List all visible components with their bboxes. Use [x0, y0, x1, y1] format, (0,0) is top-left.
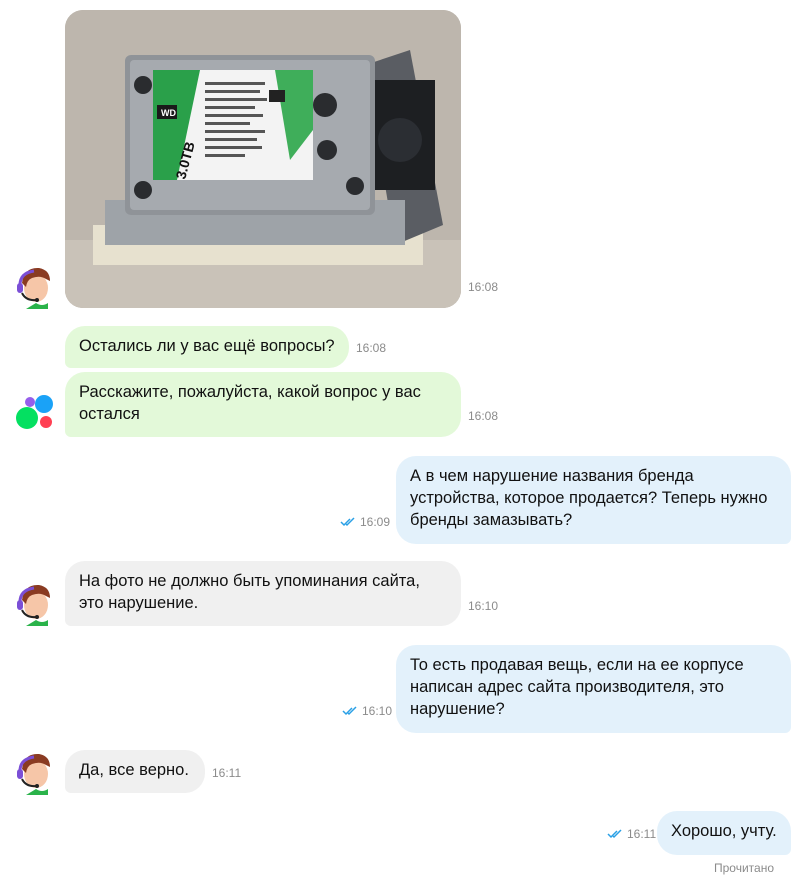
message-text: То есть продавая вещь, если на ее корпус… [410, 656, 744, 718]
double-check-icon [340, 517, 355, 527]
message-timestamp: 16:11 [627, 827, 657, 841]
support-agent-avatar [12, 580, 58, 626]
outgoing-message-bubble: То есть продавая вещь, если на ее корпус… [396, 645, 791, 733]
message-text: Хорошо, учту. [671, 822, 777, 840]
message-text: Остались ли у вас ещё вопросы? [79, 337, 335, 355]
message-text: А в чем нарушение названия бренда устрой… [410, 467, 768, 529]
double-check-icon [342, 706, 357, 716]
message-timestamp: 16:08 [356, 341, 387, 355]
agent-message-bubble: На фото не должно быть упоминания сайта,… [65, 561, 461, 626]
message-timestamp: 16:08 [468, 409, 499, 423]
outgoing-message-bubble: Хорошо, учту. [657, 811, 791, 855]
support-agent-avatar [12, 749, 58, 795]
message-timestamp: 16:10 [362, 704, 393, 718]
bot-message-bubble: Остались ли у вас ещё вопросы? [65, 326, 349, 368]
photo-timestamp: 16:08 [468, 280, 499, 294]
outgoing-status: 16:10 [342, 704, 392, 718]
message-text: На фото не должно быть упоминания сайта,… [79, 572, 420, 612]
read-receipt: Прочитано [714, 861, 774, 875]
support-agent-avatar [12, 263, 58, 309]
outgoing-status: 16:11 [607, 827, 656, 841]
outgoing-message-bubble: А в чем нарушение названия бренда устрой… [396, 456, 791, 544]
message-timestamp: 16:10 [468, 599, 499, 613]
bot-message-bubble: Расскажите, пожалуйста, какой вопрос у в… [65, 372, 461, 437]
message-timestamp: 16:09 [360, 515, 391, 529]
drive-brand-logo: WD [161, 108, 176, 118]
outgoing-status: 16:09 [340, 515, 390, 529]
message-timestamp: 16:11 [212, 766, 242, 780]
hard-drive-photo[interactable]: WD 3.0TB [65, 10, 461, 308]
double-check-icon [607, 829, 622, 839]
message-text: Да, все верно. [79, 761, 189, 779]
bot-avatar [14, 393, 54, 433]
agent-message-bubble: Да, все верно. [65, 750, 205, 793]
message-text: Расскажите, пожалуйста, какой вопрос у в… [79, 383, 421, 423]
